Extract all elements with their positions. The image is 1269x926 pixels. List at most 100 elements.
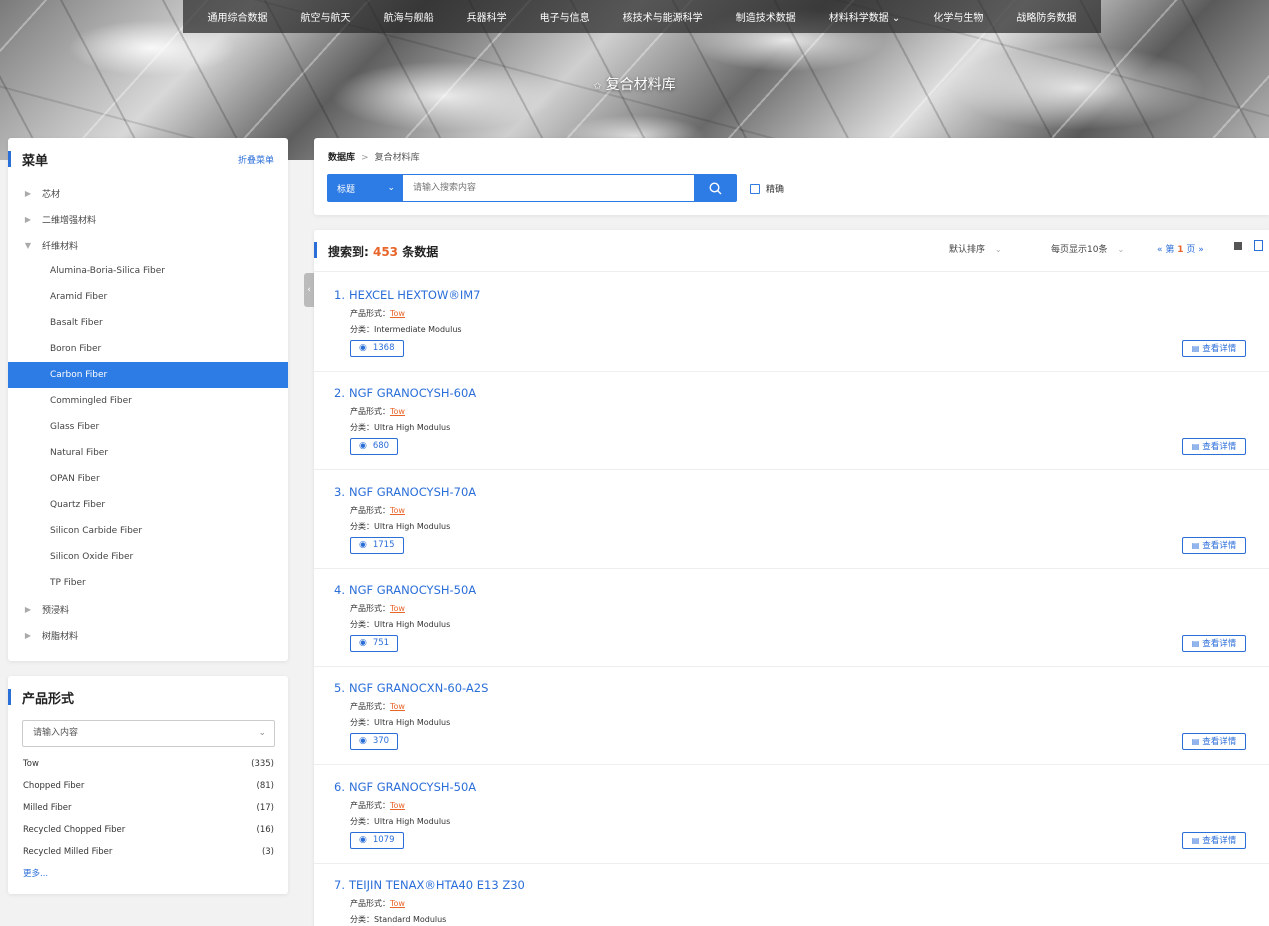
menu-subitem[interactable]: Quartz Fiber: [8, 492, 288, 518]
search-input[interactable]: [403, 174, 694, 202]
nav-item[interactable]: 核技术与能源科学: [623, 9, 703, 24]
per-page-label: 每页显示10条: [1051, 245, 1108, 255]
result-title-link[interactable]: 5. NGF GRANOCXN-60-A2S: [334, 681, 488, 695]
pager-next[interactable]: 页 »: [1186, 245, 1203, 255]
exact-match-checkbox[interactable]: 精确: [750, 182, 784, 195]
pager-prev[interactable]: « 第: [1157, 245, 1174, 255]
breadcrumb-current: 复合材料库: [374, 153, 420, 163]
menu-subitem[interactable]: Basalt Fiber: [8, 310, 288, 336]
nav-item[interactable]: 化学与生物: [933, 9, 983, 24]
result-index: 5.: [334, 681, 345, 696]
star-icon: ✩: [593, 81, 602, 92]
filter-option[interactable]: Milled Fiber (17): [23, 803, 274, 819]
product-form-link[interactable]: Tow: [390, 801, 405, 810]
result-title-link[interactable]: 6. NGF GRANOCYSH-50A: [334, 780, 476, 794]
sort-select[interactable]: 默认排序 ⌄: [949, 242, 1002, 255]
caret-right-icon[interactable]: ▶: [24, 605, 32, 614]
nav-item[interactable]: 通用综合数据: [208, 9, 268, 24]
menu-subitem[interactable]: OPAN Fiber: [8, 466, 288, 492]
filter-option[interactable]: Chopped Fiber (81): [23, 781, 274, 797]
top-nav: 通用综合数据 航空与航天 航海与舰船 兵器科学 电子与信息 核技术与能源科学 制…: [183, 0, 1101, 33]
result-index: 6.: [334, 779, 345, 794]
menu-item[interactable]: ▶ 树脂材料: [8, 622, 288, 648]
per-page-select[interactable]: 每页显示10条 ⌄: [1051, 242, 1124, 255]
menu-subitem[interactable]: Silicon Oxide Fiber: [8, 544, 288, 570]
caret-right-icon[interactable]: ▶: [24, 631, 32, 640]
nav-item[interactable]: 电子与信息: [540, 9, 590, 24]
menu-subitem[interactable]: Carbon Fiber: [8, 362, 288, 388]
filter-header: 产品形式: [8, 676, 288, 718]
search-button[interactable]: [694, 174, 737, 202]
view-details-button[interactable]: ▤ 查看详情: [1182, 733, 1246, 751]
view-details-button[interactable]: ▤ 查看详情: [1182, 536, 1246, 554]
nav-item[interactable]: 航海与舰船: [384, 9, 434, 24]
classification-field: 分类：Standard Modulus: [350, 914, 446, 925]
product-form-link[interactable]: Tow: [390, 604, 405, 613]
result-item: 5. NGF GRANOCXN-60-A2S 产品形式：Tow 分类：Ultra Hi…: [314, 667, 1269, 766]
menu-item[interactable]: ▶ 芯材: [8, 180, 288, 206]
filter-option-label: Chopped Fiber: [23, 781, 85, 791]
nav-item[interactable]: 航空与航天: [301, 9, 351, 24]
result-title-link[interactable]: 7. TEIJIN TENAX®HTA40 E13 Z30: [334, 878, 525, 892]
view-details-button[interactable]: ▤ 查看详情: [1182, 340, 1246, 357]
breadcrumb-root[interactable]: 数据库: [328, 153, 355, 163]
menu-subitem[interactable]: Aramid Fiber: [8, 284, 288, 310]
view-count: 1368: [372, 343, 395, 353]
nav-item[interactable]: 制造技术数据: [736, 9, 796, 24]
product-form-link[interactable]: Tow: [390, 899, 405, 908]
result-item: 7. TEIJIN TENAX®HTA40 E13 Z30 产品形式：Tow 分类：S…: [314, 864, 1269, 926]
pagination: « 第 1 页 »: [1157, 242, 1204, 255]
view-details-button[interactable]: ▤ 查看详情: [1182, 438, 1246, 456]
document-icon: ▤: [1191, 442, 1200, 452]
product-form-link[interactable]: Tow: [390, 407, 405, 416]
accent-bar: [8, 151, 11, 167]
nav-item[interactable]: 兵器科学: [467, 9, 507, 24]
more-link[interactable]: 更多...: [23, 867, 48, 879]
classification-value: Ultra High Modulus: [374, 718, 451, 728]
product-form-link[interactable]: Tow: [390, 702, 405, 711]
caret-right-icon[interactable]: ▶: [24, 215, 32, 224]
product-form-link[interactable]: Tow: [390, 309, 405, 318]
filter-option[interactable]: Recycled Milled Fiber (3): [23, 847, 274, 863]
filter-option[interactable]: Recycled Chopped Fiber (16): [23, 825, 274, 841]
collapse-sidebar-tab[interactable]: ‹: [304, 273, 314, 307]
product-form-link[interactable]: Tow: [390, 506, 405, 515]
fold-menu-link[interactable]: 折叠菜单: [238, 153, 274, 166]
menu-item[interactable]: ▼ 纤维材料: [8, 232, 288, 258]
view-details-label: 查看详情: [1202, 442, 1237, 453]
search-field-select[interactable]: 标题 ⌄: [327, 174, 403, 202]
result-title-link[interactable]: 1. HEXCEL HEXTOW®IM7: [334, 288, 480, 302]
product-form-filter-panel: 产品形式 请输入内容 ⌄ Tow (335) Chopped Fiber (81) Mi…: [8, 676, 288, 894]
menu-subitem[interactable]: TP Fiber: [8, 570, 288, 596]
menu-subitem[interactable]: Glass Fiber: [8, 414, 288, 440]
product-form-field: 产品形式：Tow: [350, 800, 405, 811]
nav-item-dropdown[interactable]: 材料科学数据 ⌄: [829, 9, 901, 24]
menu-item[interactable]: ▶ 二维增强材料: [8, 206, 288, 232]
field-label: 产品形式：: [350, 407, 390, 417]
menu-item-label: Commingled Fiber: [50, 396, 132, 406]
result-title-link[interactable]: 4. NGF GRANOCYSH-50A: [334, 583, 476, 597]
menu-subitem[interactable]: Commingled Fiber: [8, 388, 288, 414]
filter-option[interactable]: Tow (335): [23, 759, 274, 775]
view-details-button[interactable]: ▤ 查看详情: [1182, 634, 1246, 652]
menu-subitem[interactable]: Natural Fiber: [8, 440, 288, 466]
nav-item[interactable]: 战略防务数据: [1016, 9, 1076, 24]
view-count-badge: ◉ 1079: [350, 831, 404, 849]
menu-item[interactable]: ▶ 预浸料: [8, 596, 288, 622]
filter-option-count: (335): [251, 759, 274, 769]
result-title-link[interactable]: 2. NGF GRANOCYSH-60A: [334, 386, 476, 400]
view-count: 1079: [372, 834, 395, 845]
grid-view-icon[interactable]: [1234, 242, 1242, 250]
list-view-icon[interactable]: [1254, 240, 1263, 251]
caret-down-icon[interactable]: ▼: [24, 241, 32, 250]
menu-subitem[interactable]: Boron Fiber: [8, 336, 288, 362]
eye-icon: ◉: [359, 834, 367, 845]
filter-select[interactable]: 请输入内容 ⌄: [22, 720, 275, 747]
menu-subitem[interactable]: Alumina-Boria-Silica Fiber: [8, 258, 288, 284]
view-count-badge: ◉ 751: [350, 634, 399, 652]
filter-select-placeholder: 请输入内容: [33, 728, 79, 738]
view-details-button[interactable]: ▤ 查看详情: [1182, 831, 1246, 849]
caret-right-icon[interactable]: ▶: [24, 189, 32, 198]
result-title-link[interactable]: 3. NGF GRANOCYSH-70A: [334, 485, 476, 499]
menu-subitem[interactable]: Silicon Carbide Fiber: [8, 518, 288, 544]
